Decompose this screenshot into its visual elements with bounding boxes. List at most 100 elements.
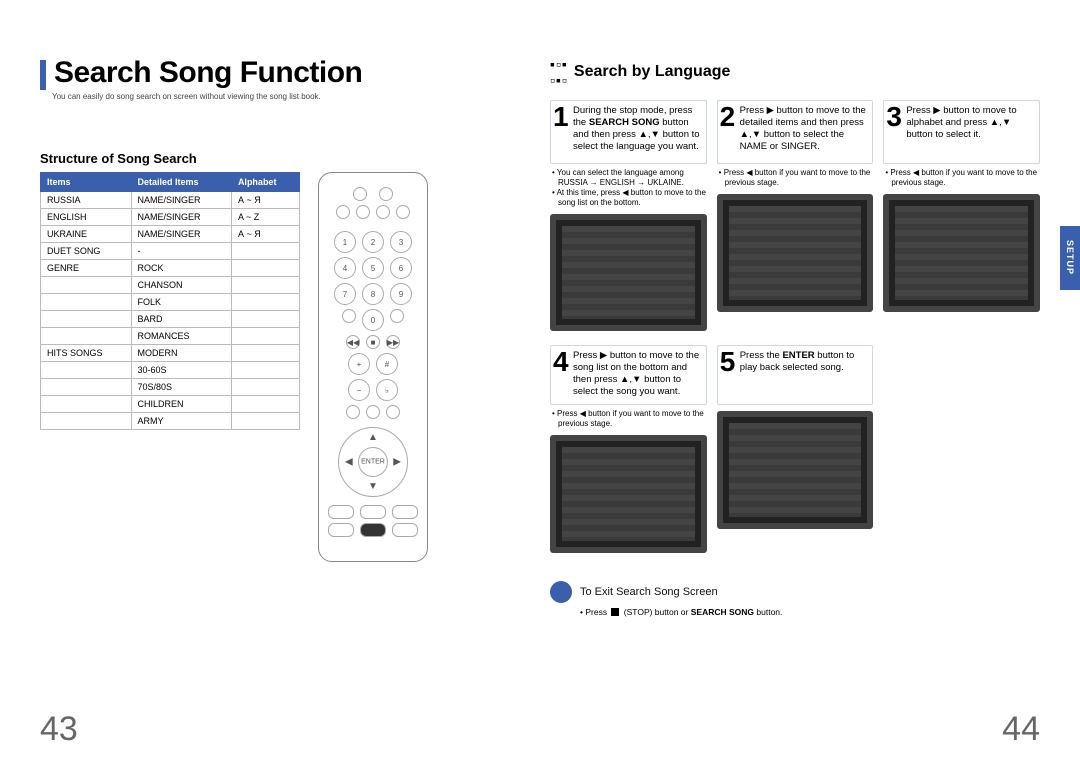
table-row: CHANSON [41, 277, 300, 294]
remote-btn: 0 [362, 309, 384, 331]
col-items: Items [41, 173, 132, 192]
table-cell [41, 311, 132, 328]
page-number-right: 44 [1002, 710, 1040, 749]
step-number: 5 [720, 348, 736, 376]
left-columns: Items Detailed Items Alphabet RUSSIANAME… [40, 172, 530, 562]
step-3-col: 3 Press ▶ button to move to alphabet and… [883, 100, 1040, 331]
step-number: 1 [553, 103, 569, 131]
step-text: Press ▶ button to move to the detailed i… [740, 105, 866, 152]
table-row: BARD [41, 311, 300, 328]
remote-btn: ▶▶ [386, 335, 400, 349]
section-title: Search by Language [574, 63, 731, 81]
table-row: DUET SONG- [41, 243, 300, 260]
remote-btn: 8 [362, 283, 384, 305]
table-cell [41, 396, 132, 413]
table-cell [231, 362, 299, 379]
tv-preview [550, 435, 707, 553]
exit-dot-icon [550, 581, 572, 603]
remote-btn: 9 [390, 283, 412, 305]
table-cell: ENGLISH [41, 209, 132, 226]
table-row: UKRAINENAME/SINGERА ~ Я [41, 226, 300, 243]
table-cell [231, 413, 299, 430]
remote-btn [360, 523, 386, 537]
table-cell: ROMANCES [131, 328, 231, 345]
remote-btn: ■ [366, 335, 380, 349]
steps-row-2: 4 Press ▶ button to move to the song lis… [550, 345, 873, 553]
tv-preview [550, 214, 707, 331]
step-text: Press ▶ button to move to alphabet and p… [906, 105, 1016, 140]
step-note: • You can select the language among RUSS… [550, 168, 707, 208]
remote-btn: ♭ [376, 379, 398, 401]
page-right: ▪▫▪▫▪▫ Search by Language 1 During the s… [550, 56, 1040, 739]
table-cell: NAME/SINGER [131, 209, 231, 226]
step-number: 2 [720, 103, 736, 131]
dpad-up-icon: ▲ [368, 432, 378, 443]
table-cell [231, 311, 299, 328]
table-row: HITS SONGSMODERN [41, 345, 300, 362]
manual-spread: Search Song Function You can easily do s… [0, 0, 1080, 763]
table-cell: ROCK [131, 260, 231, 277]
step-box: 3 Press ▶ button to move to alphabet and… [883, 100, 1040, 164]
table-cell: BARD [131, 311, 231, 328]
remote-btn [396, 205, 410, 219]
remote-btn: 1 [334, 231, 356, 253]
dpad-enter-label: ENTER [361, 459, 385, 466]
remote-btn: 4 [334, 257, 356, 279]
table-cell [231, 345, 299, 362]
table-cell: MODERN [131, 345, 231, 362]
remote-btn: 3 [390, 231, 412, 253]
table-cell [231, 260, 299, 277]
page-subtitle: You can easily do song search on screen … [52, 92, 530, 101]
step-box: 4 Press ▶ button to move to the song lis… [550, 345, 707, 405]
remote-btn [328, 523, 354, 537]
table-row: RUSSIANAME/SINGERА ~ Я [41, 192, 300, 209]
step-note: • Press ◀ button if you want to move to … [883, 168, 1040, 188]
remote-illustration: 123 456 789 0 ◀◀■▶▶ +# −♭ ▲ ▼ ◀ ▶ ENTER [318, 172, 428, 562]
page-left: Search Song Function You can easily do s… [40, 56, 530, 739]
dpad-left-icon: ◀ [345, 457, 353, 468]
remote-btn [376, 205, 390, 219]
remote-btn [356, 205, 370, 219]
remote-btn: 2 [362, 231, 384, 253]
table-row: 30-60S [41, 362, 300, 379]
col-alpha: Alphabet [231, 173, 299, 192]
table-cell: HITS SONGS [41, 345, 132, 362]
remote-btn [342, 309, 356, 323]
page-title: Search Song Function [54, 56, 362, 90]
stop-icon [611, 608, 619, 616]
remote-btn: 7 [334, 283, 356, 305]
dpad-down-icon: ▼ [368, 481, 378, 492]
table-cell [41, 362, 132, 379]
remote-btn [328, 505, 354, 519]
table-cell: NAME/SINGER [131, 226, 231, 243]
table-row: CHILDREN [41, 396, 300, 413]
remote-btn [392, 523, 418, 537]
table-cell [41, 413, 132, 430]
table-cell: А ~ Я [231, 192, 299, 209]
step-text: Press ▶ button to move to the song list … [573, 350, 699, 397]
table-cell: - [131, 243, 231, 260]
remote-btn [346, 405, 360, 419]
step-number: 4 [553, 348, 569, 376]
step-4-col: 4 Press ▶ button to move to the song lis… [550, 345, 707, 553]
step-text: During the stop mode, press the SEARCH S… [573, 105, 700, 152]
remote-btn: 6 [390, 257, 412, 279]
table-cell: CHANSON [131, 277, 231, 294]
table-cell [231, 379, 299, 396]
table-cell [41, 328, 132, 345]
steps-row-1: 1 During the stop mode, press the SEARCH… [550, 100, 1040, 331]
tv-preview [717, 194, 874, 312]
table-cell [231, 243, 299, 260]
remote-btn: + [348, 353, 370, 375]
table-cell [231, 328, 299, 345]
remote-btn [353, 187, 367, 201]
setup-side-tab: SETUP [1060, 226, 1080, 290]
table-row: ARMY [41, 413, 300, 430]
table-cell [231, 294, 299, 311]
tv-preview [717, 411, 874, 529]
table-cell: GENRE [41, 260, 132, 277]
remote-btn [366, 405, 380, 419]
table-row: ENGLISHNAME/SINGERA ~ Z [41, 209, 300, 226]
table-cell: A ~ Z [231, 209, 299, 226]
remote-btn [360, 505, 386, 519]
